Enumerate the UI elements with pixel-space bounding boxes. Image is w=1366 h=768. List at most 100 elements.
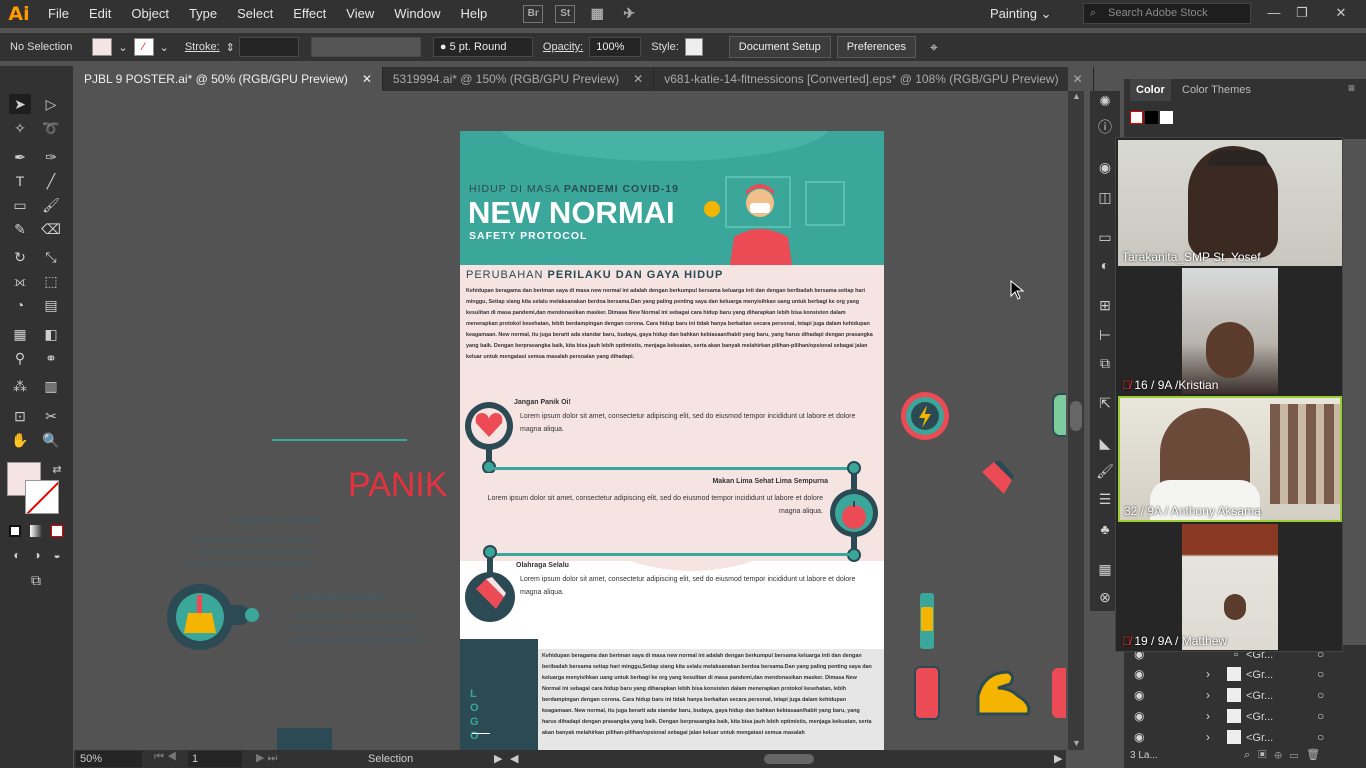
brush-definition[interactable]: ● 5 pt. Round: [432, 37, 533, 57]
draw-behind-icon[interactable]: ◑: [26, 545, 48, 565]
muscle-arm-icon[interactable]: [974, 666, 1034, 718]
preferences-button[interactable]: Preferences: [836, 36, 917, 58]
water-bottle-icon[interactable]: [914, 666, 940, 720]
info-panel-icon[interactable]: ⓘ: [1094, 117, 1116, 137]
layer-row[interactable]: ◉ › <Gr... ○: [1124, 728, 1366, 748]
shape-builder-tool-icon[interactable]: ◔: [9, 295, 31, 315]
scroll-up-icon[interactable]: ▲: [1072, 91, 1081, 101]
color-tab[interactable]: Color: [1130, 79, 1171, 101]
scale-tool-icon[interactable]: ⤡: [40, 247, 62, 267]
stroke-weight-input[interactable]: [238, 37, 299, 57]
participant-tile-active-speaker[interactable]: 32 / 9A / Anthony Aksama: [1118, 396, 1342, 522]
restore-icon[interactable]: ❐: [1291, 3, 1313, 23]
target-icon[interactable]: ○: [1317, 730, 1324, 744]
menu-type[interactable]: Type: [179, 0, 227, 28]
transform-panel-icon[interactable]: ⊞: [1094, 295, 1116, 315]
selection-tool-icon[interactable]: ➤: [9, 94, 31, 114]
close-icon[interactable]: ✕: [1330, 3, 1352, 23]
pathfinder-panel-icon[interactable]: ⧉: [1094, 353, 1116, 373]
canvas-vertical-scrollbar[interactable]: ▲ ▼: [1068, 91, 1084, 750]
menu-object[interactable]: Object: [121, 0, 179, 28]
menu-edit[interactable]: Edit: [79, 0, 121, 28]
color-mode-button[interactable]: [9, 525, 21, 537]
target-icon[interactable]: ○: [1317, 688, 1324, 702]
layer-row[interactable]: ◉ › <Gr... ○: [1124, 707, 1366, 727]
rotate-tool-icon[interactable]: ↻: [9, 247, 31, 267]
layers-panel-icon[interactable]: ☰: [1094, 489, 1116, 509]
hscroll-left-icon[interactable]: ◀: [510, 752, 518, 765]
symbols-panel-icon[interactable]: ♣: [1094, 519, 1116, 539]
search-stock-input[interactable]: ⌕ Search Adobe Stock: [1083, 3, 1251, 24]
curvature-tool-icon[interactable]: ✑: [40, 147, 62, 167]
draw-inside-icon[interactable]: ◒: [46, 545, 68, 565]
participant-tile[interactable]: 🎙̸ 16 / 9A /Kristian: [1118, 268, 1342, 394]
lasso-tool-icon[interactable]: ➰: [40, 118, 62, 138]
panel-menu-icon[interactable]: ≡: [1348, 81, 1355, 95]
rectangle-tool-icon[interactable]: ▭: [9, 195, 31, 215]
align-panel-icon[interactable]: ⊢: [1094, 325, 1116, 345]
chevron-down-icon[interactable]: ⌄: [118, 41, 127, 54]
expand-icon[interactable]: ›: [1206, 730, 1210, 744]
pen-tool-icon[interactable]: ✒: [9, 147, 31, 167]
participant-tile[interactable]: Tarakanita_SMP St. Yosef: [1118, 140, 1342, 266]
hscroll-right-icon[interactable]: ▶: [1054, 752, 1062, 765]
gradient-mode-button[interactable]: [30, 525, 42, 537]
none-swatch[interactable]: [1130, 111, 1143, 124]
tab-fitnessicons[interactable]: v681-katie-14-fitnessicons [Converted].e…: [654, 67, 1094, 91]
artboard-nav-prev-icon[interactable]: ⏮ ◀: [154, 751, 177, 764]
shaper-tool-icon[interactable]: ✎: [9, 219, 31, 239]
expand-icon[interactable]: ›: [1206, 667, 1210, 681]
menu-help[interactable]: Help: [450, 0, 497, 28]
status-menu-icon[interactable]: ▶: [494, 752, 502, 765]
stroke-stepper[interactable]: ⇕: [226, 41, 235, 54]
line-tool-icon[interactable]: ╱: [40, 171, 62, 191]
menu-window[interactable]: Window: [384, 0, 450, 28]
poster-artboard[interactable]: HIDUP DI MASA PANDEMI COVID-19 NEW NORMA…: [460, 131, 884, 750]
target-icon[interactable]: ○: [1317, 667, 1324, 681]
stroke-panel-icon[interactable]: ◣: [1094, 433, 1116, 453]
visibility-eye-icon[interactable]: ◉: [1134, 709, 1144, 723]
gradient-panel-icon[interactable]: ▭: [1094, 227, 1116, 247]
symbol-sprayer-tool-icon[interactable]: ⁂: [9, 376, 31, 396]
transform-icon[interactable]: ⌖: [930, 39, 938, 56]
minimize-icon[interactable]: —: [1263, 3, 1285, 23]
transparency-panel-icon[interactable]: ◐: [1094, 255, 1116, 275]
scroll-thumb[interactable]: [1070, 401, 1082, 431]
paintbrush-tool-icon[interactable]: 🖌: [40, 195, 62, 215]
blend-tool-icon[interactable]: ⚭: [40, 348, 62, 368]
draw-normal-icon[interactable]: ◐: [6, 545, 28, 565]
opacity-input[interactable]: 100%: [589, 37, 642, 57]
hand-tool-icon[interactable]: ✋: [9, 430, 31, 450]
export-panel-icon[interactable]: ⇱: [1094, 393, 1116, 413]
visibility-eye-icon[interactable]: ◉: [1134, 667, 1144, 681]
video-call-window[interactable]: Tarakanita_SMP St. Yosef 🎙̸ 16 / 9A /Kri…: [1115, 137, 1343, 652]
step5-title[interactable]: 05. SCHEDULED CLEANING: [292, 594, 432, 601]
artboard-nav-next-icon[interactable]: ▶ ⏭: [256, 751, 277, 765]
bridge-button[interactable]: Br: [523, 5, 544, 23]
layer-row[interactable]: ◉ › <Gr... ○: [1124, 686, 1366, 706]
visibility-eye-icon[interactable]: ◉: [1134, 730, 1144, 744]
fill-swatch[interactable]: [92, 38, 113, 56]
graphic-styles-panel-icon[interactable]: ◫: [1094, 187, 1116, 207]
energy-icon[interactable]: [898, 389, 952, 443]
chevron-down-icon[interactable]: ⌄: [160, 41, 169, 54]
white-swatch[interactable]: [1160, 111, 1173, 124]
mesh-tool-icon[interactable]: ▦: [9, 324, 31, 344]
expand-icon[interactable]: ›: [1206, 709, 1210, 723]
arrange-documents-icon[interactable]: ▦: [587, 5, 607, 23]
type-tool-icon[interactable]: T: [9, 171, 31, 191]
swatches-panel-icon[interactable]: ▦: [1094, 559, 1116, 579]
slice-tool-icon[interactable]: ✂: [40, 406, 62, 426]
none-mode-button[interactable]: [51, 525, 63, 537]
menu-file[interactable]: File: [38, 0, 79, 28]
links-panel-icon[interactable]: ⊗: [1094, 587, 1116, 607]
appearance-panel-icon[interactable]: ◉: [1094, 157, 1116, 177]
width-tool-icon[interactable]: ⟗: [9, 271, 31, 291]
sneaker-icon[interactable]: [976, 458, 1018, 500]
step4-title[interactable]: 04. SANITIZE YOUR HANDS: [212, 518, 322, 525]
close-tab-icon[interactable]: ✕: [1073, 72, 1083, 86]
logo-block-offboard[interactable]: [277, 728, 332, 750]
stock-button[interactable]: St: [555, 5, 576, 23]
hscroll-thumb[interactable]: [764, 754, 814, 764]
menu-select[interactable]: Select: [227, 0, 283, 28]
